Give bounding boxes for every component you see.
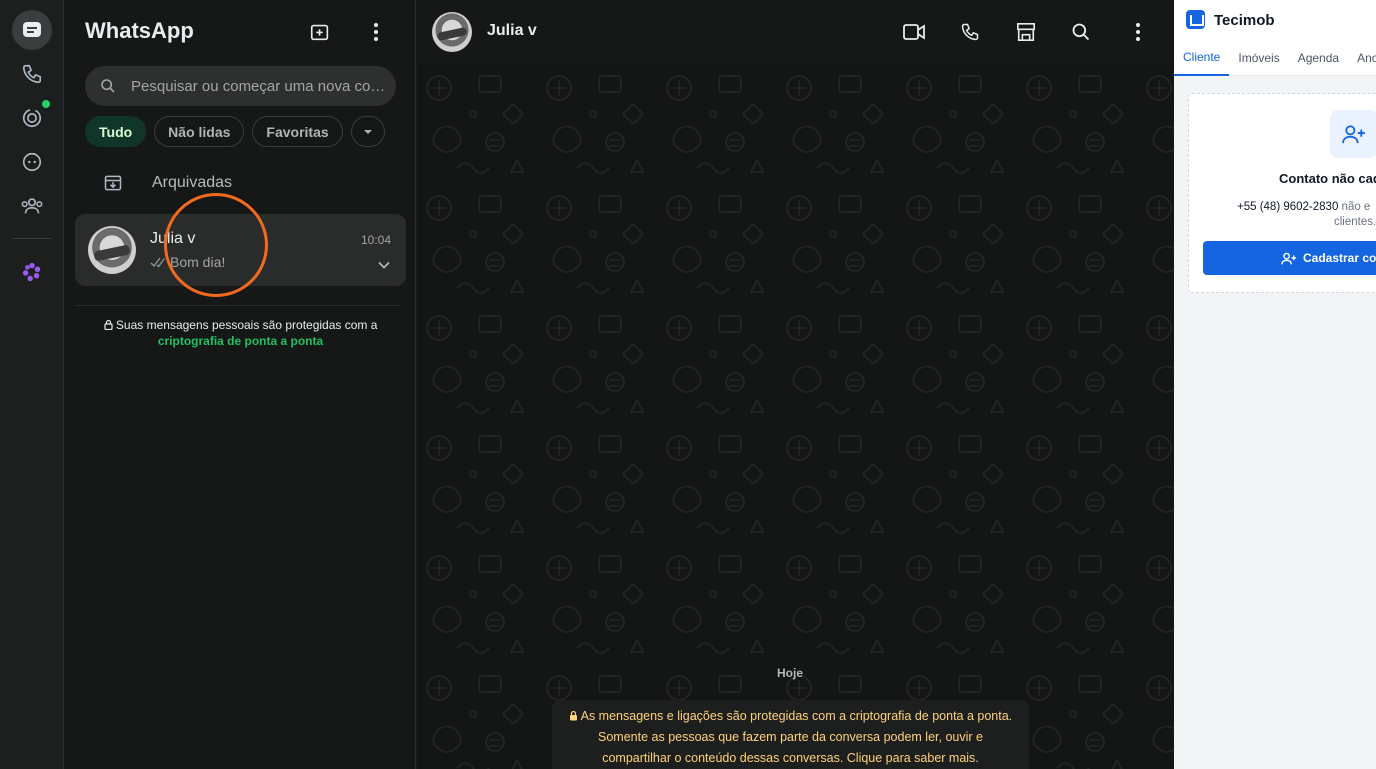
chat-preview-text: Bom dia!: [170, 254, 226, 270]
rail-communities-button[interactable]: [12, 186, 52, 226]
contact-card: Contato não cad +55 (48) 9602-2830 não e…: [1188, 93, 1376, 293]
search-placeholder: Pesquisar ou começar uma nova conversa: [131, 77, 386, 95]
tecimob-logo-icon: [1186, 10, 1205, 29]
filter-all[interactable]: Tudo: [85, 116, 147, 147]
contact-phone-line: +55 (48) 9602-2830 não e: [1237, 201, 1370, 213]
chat-row[interactable]: Julia v 10:04 Bom dia!: [75, 214, 406, 286]
conversation-menu-button[interactable]: [1126, 20, 1150, 44]
more-vertical-icon: [374, 23, 378, 41]
status-icon: [22, 108, 42, 128]
tab-anotacoes[interactable]: Anota: [1348, 40, 1376, 76]
chevron-down-icon: [378, 261, 390, 269]
store-icon: [1017, 23, 1035, 41]
phone-icon: [961, 23, 979, 41]
search-conversation-button[interactable]: [1069, 20, 1093, 44]
chats-icon: [23, 22, 41, 37]
contact-card-title: Contato não cad: [1279, 171, 1376, 186]
video-call-button[interactable]: [902, 20, 926, 44]
tecimob-title: Tecimob: [1214, 12, 1275, 29]
filter-unread[interactable]: Não lidas: [154, 116, 245, 147]
add-contact-badge: [1330, 110, 1376, 158]
filter-chips: Tudo Não lidas Favoritas: [85, 116, 385, 147]
contact-phone: +55 (48) 9602-2830: [1237, 201, 1339, 213]
menu-button[interactable]: [364, 20, 388, 44]
chevron-down-icon: [363, 129, 372, 134]
lock-icon: [103, 319, 113, 331]
video-call-icon: [903, 24, 925, 40]
add-user-icon: [1281, 252, 1297, 264]
rail-meta-ai-button[interactable]: [12, 252, 52, 292]
archive-icon: [104, 175, 122, 191]
new-chat-icon: [310, 24, 329, 41]
status-unread-dot: [42, 100, 50, 108]
more-vertical-icon: [1136, 23, 1140, 41]
register-contact-button[interactable]: Cadastrar con: [1203, 241, 1376, 275]
date-separator: Hoje: [777, 666, 804, 680]
voice-call-button[interactable]: [958, 20, 982, 44]
rail-channels-button[interactable]: [12, 142, 52, 182]
encryption-notice: Suas mensagens pessoais são protegidas c…: [75, 317, 406, 349]
tab-cliente[interactable]: Cliente: [1174, 40, 1230, 76]
conversation-header[interactable]: Julia v: [417, 0, 1174, 64]
encryption-link[interactable]: criptografia de ponta a ponta: [158, 334, 323, 348]
search-icon: [1072, 23, 1090, 41]
communities-icon: [21, 198, 43, 214]
catalog-button[interactable]: [1014, 20, 1038, 44]
tab-imoveis[interactable]: Imóveis: [1229, 40, 1288, 76]
new-chat-button[interactable]: [308, 20, 332, 44]
encryption-system-message[interactable]: As mensagens e ligações são protegidas c…: [552, 700, 1029, 769]
lock-icon: [569, 710, 577, 721]
meta-ai-icon: [22, 262, 41, 282]
tab-agenda[interactable]: Agenda: [1289, 40, 1348, 76]
calls-icon: [22, 64, 42, 84]
list-divider: [75, 305, 400, 306]
nav-rail: [0, 0, 64, 769]
avatar: [88, 226, 136, 274]
contact-avatar[interactable]: [432, 12, 472, 52]
archived-row[interactable]: Arquivadas: [65, 164, 416, 202]
filter-favorites[interactable]: Favoritas: [252, 116, 343, 147]
register-contact-label: Cadastrar con: [1303, 251, 1376, 265]
contact-phone-note: não e: [1341, 201, 1371, 213]
chat-options-button[interactable]: [378, 256, 390, 274]
chat-time: 10:04: [360, 233, 391, 247]
channels-icon: [22, 152, 42, 172]
chat-list-panel: WhatsApp Pesquisar ou começar uma nova c…: [65, 0, 416, 769]
rail-divider: [12, 238, 52, 239]
encryption-text: Suas mensagens pessoais são protegidas c…: [115, 318, 378, 332]
system-message-text: As mensagens e ligações são protegidas c…: [580, 709, 1013, 765]
archived-label: Arquivadas: [152, 174, 233, 191]
app-title: WhatsApp: [85, 18, 194, 43]
rail-calls-button[interactable]: [12, 54, 52, 94]
tecimob-header: Tecimob Cliente Imóveis Agenda Anota: [1174, 0, 1376, 76]
rail-chats-button[interactable]: [12, 10, 52, 50]
add-user-icon: [1342, 125, 1365, 144]
chat-name: Julia v: [150, 230, 196, 247]
tecimob-panel: Tecimob Cliente Imóveis Agenda Anota Con…: [1174, 0, 1376, 769]
search-icon: [101, 79, 115, 93]
double-check-icon: [150, 257, 166, 268]
filter-more-button[interactable]: [350, 116, 385, 147]
chat-preview: Bom dia!: [150, 254, 225, 270]
tecimob-tabs: Cliente Imóveis Agenda Anota: [1174, 40, 1376, 76]
app-window: WhatsApp Pesquisar ou começar uma nova c…: [0, 0, 1376, 769]
contact-card-subtext: clientes.: [1334, 216, 1376, 228]
search-input[interactable]: Pesquisar ou começar uma nova conversa: [85, 66, 396, 106]
conversation-panel: Julia v Hoje As mensagens e ligações são…: [417, 0, 1174, 769]
contact-name[interactable]: Julia v: [487, 22, 537, 40]
